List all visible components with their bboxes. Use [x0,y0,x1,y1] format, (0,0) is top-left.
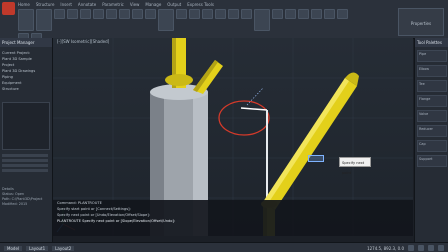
ribbon-tool-button[interactable] [132,9,143,19]
ribbon-tool-button[interactable] [93,9,104,19]
palette-tool-support[interactable]: Support [417,155,447,167]
route-pipe-button[interactable] [18,9,34,31]
ribbon-tool-button[interactable] [54,9,65,19]
properties-label: Properties [410,21,432,26]
palette-tool-label: Cap [419,142,426,146]
workspace-gear-icon[interactable] [438,245,444,251]
dynamic-input-tooltip: Specify next point [339,157,371,175]
details-section: Details Status: Open Path: C:\Plant3D\Pr… [2,186,48,206]
project-manager-palette: Project Manager Current Project: Plant 3… [0,38,53,242]
ortho-toggle-icon[interactable] [418,245,424,251]
tree-item[interactable]: Structure [0,86,52,92]
ribbon-tool-buttons [18,9,348,43]
ribbon-tab-express[interactable]: Express Tools [187,1,214,8]
detail-field [2,159,48,162]
ribbon-tool-button[interactable] [80,9,91,19]
ribbon-tool-button[interactable] [189,9,200,19]
ribbon-tab-home[interactable]: Home [18,1,30,8]
ribbon-tool-button[interactable] [241,9,252,19]
project-manager-title: Project Manager [0,38,52,47]
palette-tool-label: Support [419,157,433,161]
palette-tool-label: Reducer [419,127,433,131]
viewport-label[interactable]: [-][SW Isometric][Shaded] [57,39,109,44]
ribbon-tool-button[interactable] [285,9,296,19]
palette-tool-flange[interactable]: Flange [417,95,447,107]
palette-tool-label: Elbow [419,67,430,71]
project-tree: Current Project: Plant 3D Sample Project… [0,50,52,92]
palette-tool-label: Flange [419,97,431,101]
ribbon-tool-button[interactable] [215,9,226,19]
tool-palette-title: Tool Palettes [415,38,448,47]
ribbon-tab-view[interactable]: View [130,1,140,8]
osnap-toggle-icon[interactable] [428,245,434,251]
palette-tool-cap[interactable]: Cap [417,140,447,152]
tab-layout1[interactable]: Layout1 [26,245,49,251]
tab-layout2[interactable]: Layout2 [52,245,75,251]
command-prompt-input[interactable]: PLANTROUTE Specify next point or [Slope/… [53,218,413,224]
detail-field [2,164,48,167]
ribbon-tool-button[interactable] [228,9,239,19]
palette-tool-reducer[interactable]: Reducer [417,125,447,137]
ribbon-tab-annotate[interactable]: Annotate [78,1,96,8]
palette-tool-label: Valve [419,112,429,116]
ribbon-tabs: Home Structure Insert Annotate Parametri… [18,1,214,8]
equipment-button[interactable] [36,9,52,31]
snap-toggle-icon[interactable] [408,245,414,251]
ribbon-tool-button[interactable] [202,9,213,19]
palette-tool-valve[interactable]: Valve [417,110,447,122]
ribbon-tool-button[interactable] [176,9,187,19]
application-menu-button[interactable] [2,2,15,15]
ribbon-tab-manage[interactable]: Manage [145,1,161,8]
ribbon-tool-button[interactable] [119,9,130,19]
palette-tool-label: Pipe [419,52,427,56]
ribbon-tab-output[interactable]: Output [167,1,181,8]
ribbon-tool-button[interactable] [254,9,270,31]
details-row: Path: C:\Plant3D\Project [2,196,43,201]
ribbon-tool-button[interactable] [337,9,348,19]
ribbon-tool-button[interactable] [272,9,283,19]
palette-tool-tee[interactable]: Tee [417,80,447,92]
detail-field [2,169,48,172]
dynamic-input-box[interactable] [308,155,324,162]
ribbon-tool-button[interactable] [67,9,78,19]
ribbon: Home Structure Insert Annotate Parametri… [0,0,448,43]
ribbon-tool-button[interactable] [158,9,174,31]
tool-palette: Tool Palettes Pipe Elbow Tee Flange Valv… [414,38,448,242]
coordinate-readout: 1274.5, 892.3, 0.0 [367,245,404,251]
status-bar: Model Layout1 Layout2 1274.5, 892.3, 0.0 [0,242,448,252]
ribbon-tab-structure[interactable]: Structure [36,1,55,8]
ribbon-tool-button[interactable] [145,9,156,19]
properties-panel-button[interactable]: Properties [398,8,444,36]
detail-field [2,154,48,157]
ribbon-tool-button[interactable] [106,9,117,19]
ribbon-tab-insert[interactable]: Insert [60,1,71,8]
command-line[interactable]: Command: PLANTROUTE Specify start point … [53,200,413,236]
ribbon-tool-button[interactable] [311,9,322,19]
palette-tool-elbow[interactable]: Elbow [417,65,447,77]
app-window: { "app": { "title": "Autodesk AutoCAD Pl… [0,0,448,252]
ribbon-tool-button[interactable] [298,9,309,19]
details-row: Modified: 2015 [2,201,28,206]
detail-fields [2,152,48,174]
ribbon-tab-parametric[interactable]: Parametric [102,1,124,8]
palette-tool-label: Tee [419,82,425,86]
tab-model[interactable]: Model [4,245,23,251]
preview-thumbnail [2,102,50,150]
ribbon-tool-button[interactable] [324,9,335,19]
palette-tool-pipe[interactable]: Pipe [417,50,447,62]
